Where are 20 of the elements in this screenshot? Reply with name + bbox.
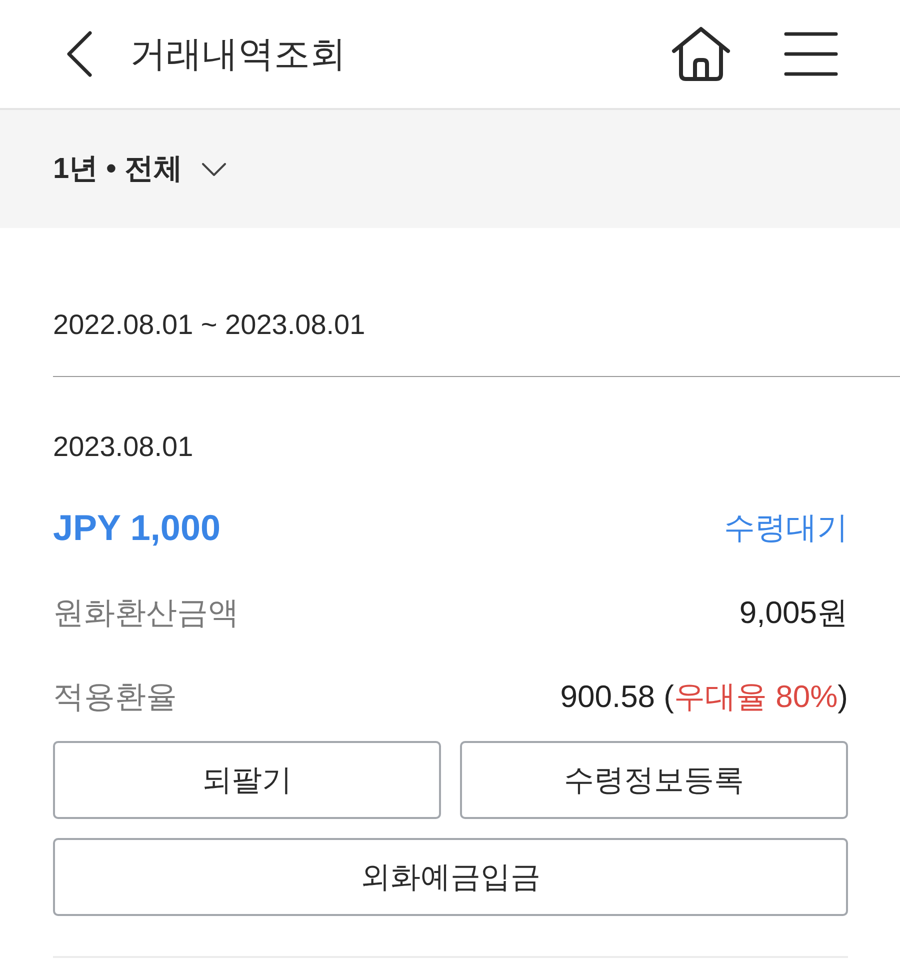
detail-label: 적용환율 [53,678,177,716]
menu-icon [784,32,838,76]
chevron-down-icon [202,162,226,176]
detail-value: 9,005원 [739,594,848,632]
transaction-date: 2023.08.01 [53,430,194,464]
home-button[interactable] [671,26,731,82]
amount-text: JPY 1,000 [53,506,220,550]
back-button[interactable] [64,31,94,77]
page-title: 거래내역조회 [130,32,347,76]
back-icon [65,31,93,77]
action-button[interactable]: 외화예금입금 [53,838,848,916]
detail-value: 900.58 (우대율 80%) [560,678,848,716]
home-icon [671,26,731,82]
action-button[interactable]: 되팔기 [53,741,441,819]
action-button[interactable]: 수령정보등록 [460,741,848,819]
period-filter-dropdown[interactable]: 1년 • 전체 [53,149,226,189]
date-range: 2022.08.01 ~ 2023.08.01 [53,308,366,342]
menu-button[interactable] [784,32,838,76]
status-text: 수령대기 [724,509,848,547]
detail-label: 원화환산금액 [53,594,239,632]
